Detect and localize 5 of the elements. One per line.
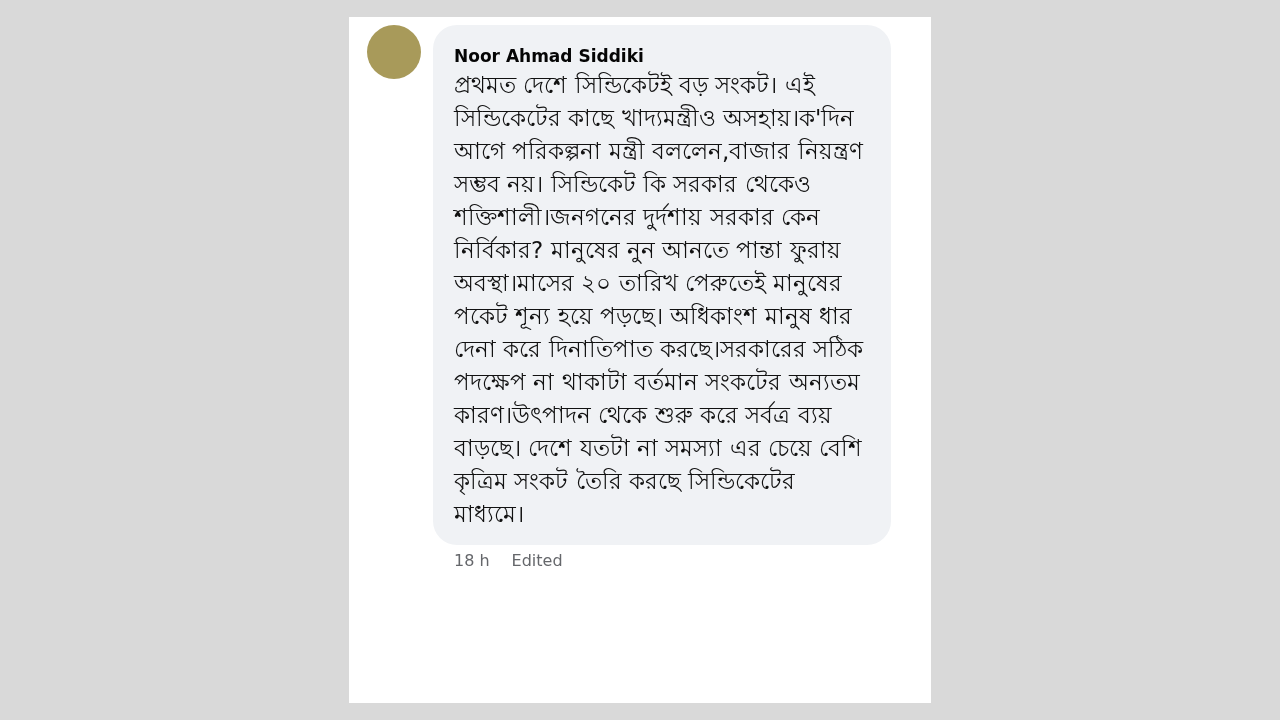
edited-label: Edited	[511, 550, 563, 572]
author-name[interactable]: Noor Ahmad Siddiki	[454, 45, 870, 67]
timestamp[interactable]: 18 h	[454, 549, 490, 573]
avatar[interactable]	[367, 25, 421, 79]
comment-text: প্রথমত দেশে সিন্ডিকেটই বড় সংকট। এই সিন্ডিকেটের কাছে খাদ্যমন্ত্রীও অসহায়।ক'দিন আগে পরিকল্পনা মন্ত্রী বললেন,বাজার নিয়ন্ত্রণ সম্ভব নয়। সিন্ডিকেট কি সরকার থেকেও শক্তিশালী।জনগনের দুর্দশায় সরকার কেন নির্বিকার? মানুষের নুন আনতে পান্তা ফুরায় অবস্থা।মাসের ২০ তারিখ পেরুতেই মানুষের পকেট শূন্য হয়ে পড়ছে। অধিকাংশ মানুষ ধার দেনা করে দিনাতিপাত করছে।সরকারের সঠিক পদক্ষেপ না থাকাটা বর্তমান সংকটের অন্যতম কারণ।উৎপাদন থেকে শুরু করে সর্বত্র ব্যয় বাড়ছে। দেশে যতটা না সমস্যা এর চেয়ে বেশি কৃত্রিম সংকট তৈরি করছে সিন্ডিকেটের মাধ্যমে।	[454, 70, 865, 529]
